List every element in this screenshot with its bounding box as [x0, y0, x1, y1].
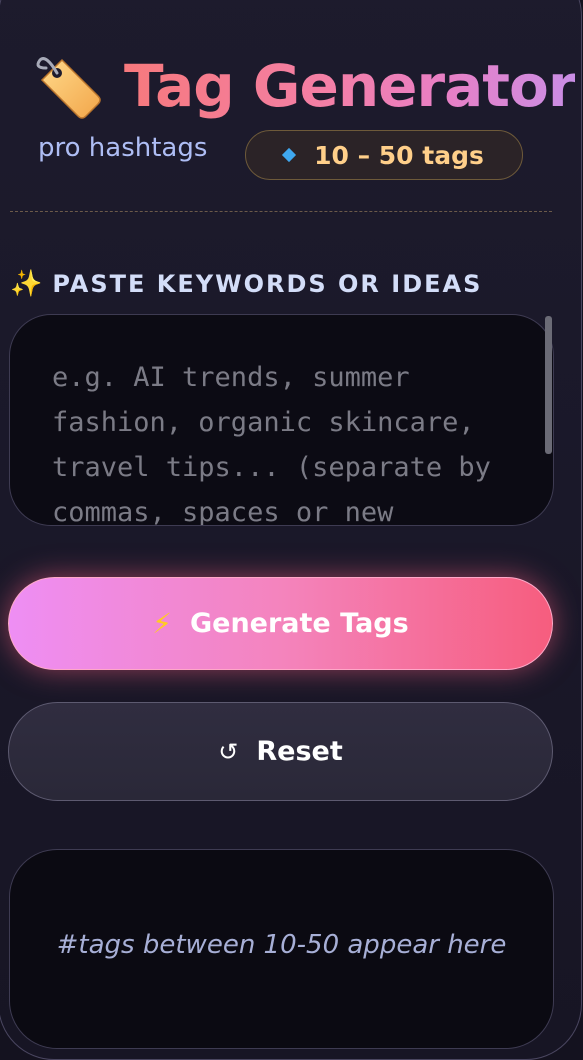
tags-output-box: #tags between 10-50 appear here: [9, 849, 554, 1049]
generate-tags-button[interactable]: ⚡ Generate Tags: [8, 577, 553, 670]
input-scrollbar[interactable]: [545, 316, 552, 454]
output-placeholder-text: #tags between 10-50 appear here: [56, 930, 507, 960]
lightning-bolt-icon: ⚡: [152, 607, 172, 640]
price-tag-icon: [28, 46, 108, 126]
diamond-icon: [282, 147, 297, 163]
badge-label: 10 – 50 tags: [314, 140, 484, 170]
refresh-icon: ↺: [218, 737, 239, 766]
keywords-input-container: [9, 314, 554, 526]
input-section-label: ✨ PASTE KEYWORDS OR IDEAS: [10, 266, 482, 302]
header-divider: [10, 211, 552, 212]
generate-tags-label: Generate Tags: [189, 608, 409, 639]
page-title: Tag Generator: [124, 52, 576, 120]
reset-label: Reset: [256, 736, 343, 767]
reset-button[interactable]: ↺ Reset: [8, 702, 553, 801]
keywords-input[interactable]: [10, 315, 553, 525]
input-label-text: PASTE KEYWORDS OR IDEAS: [52, 270, 483, 298]
page-subtitle: pro hashtags: [38, 133, 208, 163]
sparkles-icon: ✨: [10, 269, 43, 299]
tag-range-badge: 10 – 50 tags: [245, 130, 523, 180]
